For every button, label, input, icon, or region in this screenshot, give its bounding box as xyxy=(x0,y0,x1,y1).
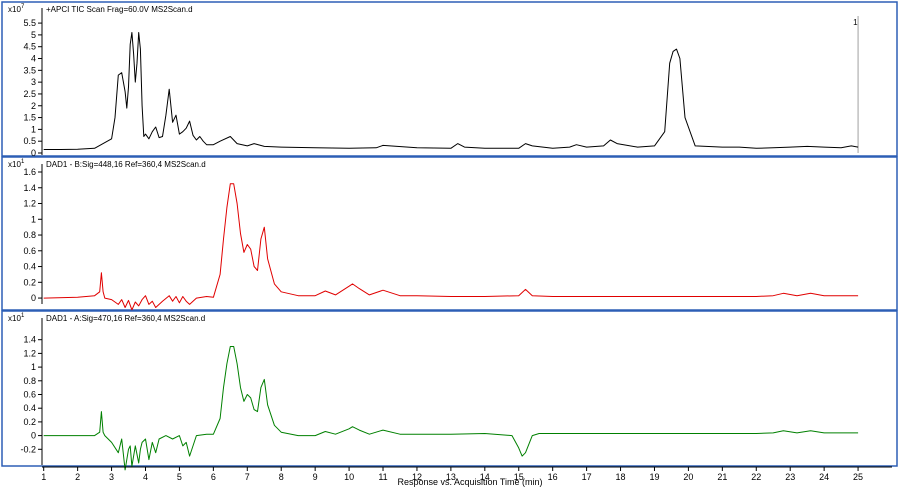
y-tick-label: 0.2 xyxy=(23,417,36,427)
y-tick-label: 2 xyxy=(31,101,36,111)
y-tick-label: 0.2 xyxy=(23,277,36,287)
x-axis: 1 2 3 4 5 6 7 8 9 10 11 12 13 14 15 16 17 18 19 20 21 22 23 24 2… xyxy=(41,466,892,487)
y-tick-label: 1.2 xyxy=(23,348,36,358)
y-tick-label: 1.4 xyxy=(23,335,36,345)
y-tick-label: 0.4 xyxy=(23,403,36,413)
panel-title: DAD1 - A:Sig=470,16 Ref=360,4 MS2Scan.d xyxy=(46,314,205,323)
y-tick-label: 1.4 xyxy=(23,183,36,193)
x-tick-label: 20 xyxy=(683,472,693,482)
y-tick-label: 1 xyxy=(31,124,36,134)
x-tick-label: 17 xyxy=(582,472,592,482)
chromatogram-figure: x10 7 +APCI TIC Scan Frag=60.0V MS2Scan.d 0… xyxy=(1,1,898,487)
x-tick-label: 11 xyxy=(378,472,387,482)
y-tick-label: 0.6 xyxy=(23,246,36,256)
panel-frame xyxy=(1,310,898,467)
panel-title: DAD1 - B:Sig=448,16 Ref=360,4 MS2Scan.d xyxy=(46,160,206,169)
y-tick-label: 3 xyxy=(31,77,36,87)
x-tick-label: 21 xyxy=(717,472,727,482)
x-tick-label: 25 xyxy=(853,472,863,482)
x-tick-label: 5 xyxy=(177,472,182,482)
x-axis-label: Response vs. Acquisition Time (min) xyxy=(397,477,542,487)
y-tick-label: 3.5 xyxy=(23,65,36,75)
y-scale-multiplier: x10 xyxy=(8,314,21,323)
y-tick-label: -0.2 xyxy=(20,444,36,454)
dad1-b-panel[interactable]: x10 1 DAD1 - B:Sig=448,16 Ref=360,4 MS2Sca… xyxy=(1,156,898,311)
y-tick-label: 0 xyxy=(31,431,36,441)
x-tick-label: 4 xyxy=(143,472,148,482)
x-tick-label: 24 xyxy=(819,472,829,482)
y-tick-label: 0.6 xyxy=(23,390,36,400)
x-tick-label: 2 xyxy=(75,472,80,482)
y-tick-label: 4 xyxy=(31,54,36,64)
panel-title: +APCI TIC Scan Frag=60.0V MS2Scan.d xyxy=(46,5,193,14)
y-tick-label: 1.5 xyxy=(23,113,36,123)
tic-panel[interactable]: x10 7 +APCI TIC Scan Frag=60.0V MS2Scan.d0… xyxy=(1,1,898,158)
x-tick-label: 7 xyxy=(245,472,250,482)
y-tick-label: 0.8 xyxy=(23,376,36,386)
y-tick-label: 1.6 xyxy=(23,167,36,177)
x-tick-label: 1 xyxy=(41,472,46,482)
y-tick-label: 0.8 xyxy=(23,230,36,240)
x-tick-label: 9 xyxy=(313,472,318,482)
panel-frame xyxy=(1,1,898,157)
marker-label: 1 xyxy=(853,18,858,27)
y-tick-label: 0 xyxy=(31,293,36,303)
x-tick-label: 18 xyxy=(616,472,626,482)
y-tick-label: 1 xyxy=(31,362,36,372)
y-tick-label: 1.2 xyxy=(23,199,36,209)
y-tick-label: 4.5 xyxy=(23,42,36,52)
x-tick-label: 10 xyxy=(344,472,354,482)
panel-frame xyxy=(1,156,898,311)
x-tick-label: 3 xyxy=(109,472,114,482)
y-scale-multiplier: x10 xyxy=(8,160,21,169)
dad1-a-panel[interactable]: x10 1 DAD1 - A:Sig=470,16 Ref=360,4 MS2Sca… xyxy=(1,310,898,471)
y-tick-label: 5.5 xyxy=(23,18,36,28)
y-tick-label: 5 xyxy=(31,30,36,40)
x-tick-label: 19 xyxy=(649,472,659,482)
x-tick-label: 23 xyxy=(785,472,795,482)
y-tick-label: 0.4 xyxy=(23,262,36,272)
y-tick-label: 2.5 xyxy=(23,89,36,99)
y-tick-label: 0.5 xyxy=(23,136,36,146)
x-tick-label: 8 xyxy=(279,472,284,482)
y-scale-multiplier: x10 xyxy=(8,5,21,14)
x-tick-label: 6 xyxy=(211,472,216,482)
y-tick-label: 1 xyxy=(31,214,36,224)
x-tick-label: 22 xyxy=(751,472,761,482)
x-tick-label: 16 xyxy=(548,472,558,482)
